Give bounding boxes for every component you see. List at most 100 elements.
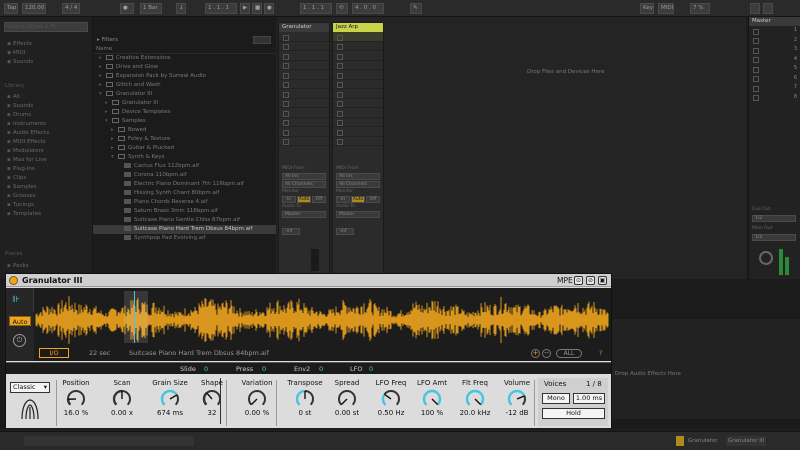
mpe-toggle[interactable]: MPE: [557, 275, 573, 286]
sidebar-item-drums[interactable]: ▪ Drums: [7, 111, 31, 119]
position-field[interactable]: 1 . 1 . 1: [205, 3, 237, 14]
main-out-select[interactable]: 1/2: [752, 234, 796, 241]
list-item[interactable]: Saturn Brass 3min 116bpm.aif: [117, 207, 218, 216]
list-item[interactable]: Hissing Synth Chant 80bpm.aif: [117, 189, 219, 198]
scene-slot[interactable]: 7: [749, 83, 800, 93]
follow-icon[interactable]: ↓: [176, 3, 186, 14]
mono-button[interactable]: Mono: [542, 393, 570, 404]
clip-slot[interactable]: [333, 108, 383, 118]
list-item[interactable]: ▸ Glitch and Wash: [99, 81, 161, 90]
list-item-selected[interactable]: Suitcase Piano Hard Trem Dbsus 84bpm.aif: [93, 225, 276, 234]
clip-slot[interactable]: [279, 32, 329, 42]
clip-slot[interactable]: [279, 108, 329, 118]
monitor-auto-button[interactable]: Auto: [297, 196, 311, 203]
auto-button[interactable]: Auto: [9, 316, 31, 326]
knob-scan[interactable]: Scan 0.00 x: [99, 378, 145, 418]
sidebar-item-samples[interactable]: ▪ Samples: [7, 183, 37, 191]
press-value[interactable]: 0: [262, 364, 266, 374]
loop-length-field[interactable]: 4 . 0 . 0: [352, 3, 384, 14]
list-item[interactable]: ▸ Creative Extensions: [99, 54, 171, 63]
sidebar-item-sounds-cat[interactable]: ▪ Sounds: [7, 102, 33, 110]
clip-slot[interactable]: [279, 137, 329, 146]
record-icon[interactable]: ●: [264, 3, 274, 14]
list-item[interactable]: ▾ Samples: [105, 117, 146, 126]
audio-to-select[interactable]: Master: [336, 211, 380, 218]
list-item[interactable]: ▸ Foley & Texture: [111, 135, 170, 144]
clip-slot[interactable]: [279, 127, 329, 137]
volume-field[interactable]: -inf: [282, 228, 300, 235]
sidebar-item-templates[interactable]: ▪ Templates: [7, 210, 41, 218]
clip-slot[interactable]: [333, 51, 383, 61]
knob-dial[interactable]: [245, 388, 269, 408]
knob-value[interactable]: 16.0 %: [53, 408, 99, 418]
list-item[interactable]: ▸ Expansion Pack by Surreal Audio: [99, 72, 206, 81]
knob-dial[interactable]: [293, 388, 317, 408]
scene-slot[interactable]: 8: [749, 93, 800, 102]
clip-slot[interactable]: [333, 99, 383, 108]
knob-value[interactable]: 0 st: [282, 408, 328, 418]
scene-slot[interactable]: 4: [749, 55, 800, 64]
midi-channel-select[interactable]: All Channels: [282, 181, 326, 188]
master-header[interactable]: Master: [749, 17, 800, 26]
sidebar-item-plugins[interactable]: ▪ Plug-Ins: [7, 165, 35, 173]
knob-value[interactable]: 32: [189, 408, 235, 418]
help-button[interactable]: ?: [599, 349, 602, 357]
metronome-icon[interactable]: ●: [120, 3, 134, 14]
power-icon[interactable]: ⏻: [13, 334, 26, 347]
list-item[interactable]: ▾ Granulator III: [99, 90, 152, 99]
clip-slot[interactable]: [279, 70, 329, 80]
clip-slot[interactable]: [279, 89, 329, 99]
list-item[interactable]: ▸ Device Templates: [105, 108, 171, 117]
sidebar-item-modulators[interactable]: ▪ Modulators: [7, 147, 44, 155]
tap-button[interactable]: Tap: [4, 3, 18, 14]
knob-flt-freq[interactable]: Flt Freq 20.0 kHz: [452, 378, 498, 418]
knob-lfo-amt[interactable]: LFO Amt 100 %: [409, 378, 455, 418]
list-item[interactable]: ▸ Drive and Glow: [99, 63, 158, 72]
volume-field[interactable]: -inf: [336, 228, 354, 235]
sidebar-item-all[interactable]: ▪ All: [7, 93, 20, 101]
metronome-rate-select[interactable]: 1 Bar: [140, 3, 162, 14]
filters-toggle[interactable]: ▸ Filters: [97, 37, 118, 43]
knob-dial[interactable]: [463, 388, 487, 408]
knob-dial[interactable]: [110, 388, 134, 408]
monitor-auto-button[interactable]: Auto: [351, 196, 365, 203]
sidebar-item-sounds[interactable]: ◆ Sounds: [7, 58, 33, 66]
knob-position[interactable]: Position 16.0 %: [53, 378, 99, 418]
cue-out-select[interactable]: 1/2: [752, 215, 796, 222]
browser-options-button[interactable]: [253, 36, 271, 44]
track-header[interactable]: Jazz Arp: [333, 23, 383, 32]
knob-variation[interactable]: Variation 0.00 %: [234, 378, 280, 418]
sidebar-item-effects[interactable]: ◆ Effects: [7, 40, 32, 48]
sidebar-item-midi[interactable]: ◆ MIDI: [7, 49, 25, 57]
sidebar-item-packs[interactable]: ▪ Packs: [7, 262, 29, 270]
zoom-in-icon[interactable]: +: [531, 349, 540, 358]
sidebar-item-midi-effects[interactable]: ▪ MIDI Effects: [7, 138, 46, 146]
name-column-header[interactable]: Name: [93, 46, 276, 54]
clip-slot[interactable]: [333, 42, 383, 51]
time-signature-field[interactable]: 4 / 4: [62, 3, 80, 14]
knob-value[interactable]: 0.50 Hz: [368, 408, 414, 418]
knob-dial[interactable]: [335, 388, 359, 408]
knob-spread[interactable]: Spread 0.00 st: [324, 378, 370, 418]
knob-lfo-freq[interactable]: LFO Freq 0.50 Hz: [368, 378, 414, 418]
device-edit-icon[interactable]: ⊘: [586, 276, 595, 285]
monitor-off-button[interactable]: Off: [366, 196, 380, 203]
device-power-button[interactable]: [9, 276, 18, 285]
tempo-field[interactable]: 120.00: [22, 3, 46, 14]
key-map-button[interactable]: Key: [640, 3, 654, 14]
selected-device-label[interactable]: Granulator III: [726, 436, 767, 446]
device-hotswap-icon[interactable]: ⊙: [574, 276, 583, 285]
clip-slot[interactable]: [333, 32, 383, 42]
sidebar-item-instruments[interactable]: ▪ Instruments: [7, 120, 46, 128]
selected-track-label[interactable]: Granulator: [688, 436, 718, 446]
waveform-display[interactable]: I/O 22 sec Suitcase Piano Hard Trem Dbsu…: [34, 288, 611, 361]
clip-slot[interactable]: [279, 51, 329, 61]
zoom-all-button[interactable]: ALL: [556, 349, 582, 358]
knob-grain-size[interactable]: Grain Size 674 ms: [147, 378, 193, 418]
device-save-icon[interactable]: ▣: [598, 276, 607, 285]
stop-icon[interactable]: ■: [252, 3, 262, 14]
clip-slot[interactable]: [333, 118, 383, 127]
knob-shape[interactable]: Shape 32: [189, 378, 235, 418]
sidebar-item-max-for-live[interactable]: ▪ Max for Live: [7, 156, 47, 164]
midi-channel-select[interactable]: All Channels: [336, 181, 380, 188]
